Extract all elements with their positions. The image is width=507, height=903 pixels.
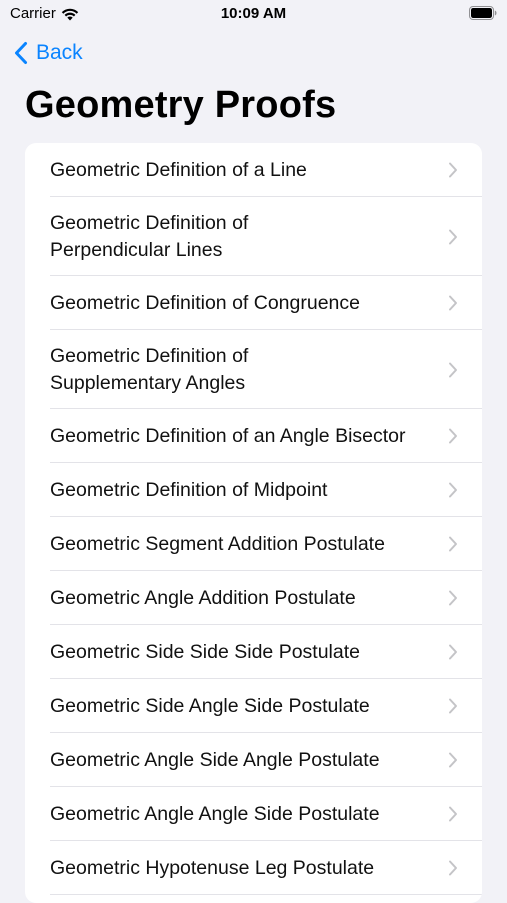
chevron-right-icon bbox=[449, 295, 457, 311]
chevron-right-icon bbox=[449, 428, 457, 444]
chevron-right-icon bbox=[449, 590, 457, 606]
chevron-right-icon bbox=[449, 482, 457, 498]
list-item[interactable]: Geometric Angle Angle Side Postulate bbox=[25, 787, 482, 841]
list-item[interactable]: Geometric Definition of Midpoint bbox=[25, 463, 482, 517]
list-item[interactable]: Geometric Definition of Supplementary An… bbox=[25, 330, 482, 409]
list-item-label: Geometric Definition of Midpoint bbox=[50, 478, 328, 501]
status-bar: Carrier 10:09 AM bbox=[0, 0, 507, 28]
list-item-label: Geometric Definition of an Angle Bisecto… bbox=[50, 424, 406, 447]
page-title: Geometry Proofs bbox=[25, 84, 337, 126]
chevron-right-icon bbox=[449, 229, 457, 244]
list-item-label: Geometric Angle Addition Postulate bbox=[50, 586, 356, 609]
list-item-label: Geometric Angle Side Angle Postulate bbox=[50, 748, 380, 771]
list-item-label: Geometric Angle Angle Side Postulate bbox=[50, 802, 380, 825]
list-item[interactable]: Geometric Side Angle Side Postulate bbox=[25, 679, 482, 733]
list-item-label: Geometric Definition of Perpendicular Li… bbox=[50, 211, 249, 261]
chevron-left-icon bbox=[15, 42, 27, 64]
list-item[interactable]: Geometric Definition of Congruence bbox=[25, 276, 482, 330]
list-item[interactable]: Geometric Side Side Side Postulate bbox=[25, 625, 482, 679]
list-item-label: Geometric Hypotenuse Leg Postulate bbox=[50, 856, 375, 879]
chevron-right-icon bbox=[449, 644, 457, 660]
list-item-label: Geometric Definition of Supplementary An… bbox=[50, 344, 249, 394]
list-item[interactable]: Geometric Definition of an Angle Bisecto… bbox=[25, 409, 482, 463]
list-item-label: Geometric Definition of Congruence bbox=[50, 291, 360, 314]
list-item[interactable]: Geometric Angle Side Angle Postulate bbox=[25, 733, 482, 787]
list-item-label: Geometric Side Angle Side Postulate bbox=[50, 694, 370, 717]
list-item-label: Geometric Side Side Side Postulate bbox=[50, 640, 361, 663]
chevron-right-icon bbox=[449, 362, 457, 377]
chevron-right-icon bbox=[449, 698, 457, 714]
list-item[interactable]: Geometric Segment Addition Postulate bbox=[25, 517, 482, 571]
row-separator bbox=[50, 894, 482, 895]
list-item-label: Geometric Segment Addition Postulate bbox=[50, 532, 385, 555]
list-item[interactable]: Geometric Definition of Perpendicular Li… bbox=[25, 197, 482, 276]
chevron-right-icon bbox=[449, 752, 457, 768]
chevron-right-icon bbox=[449, 806, 457, 822]
status-time: 10:09 AM bbox=[220, 5, 287, 22]
chevron-right-icon bbox=[449, 162, 457, 178]
proofs-list: Geometric Definition of a Line Geometric … bbox=[25, 143, 482, 903]
list-item[interactable]: Geometric Angle Addition Postulate bbox=[25, 571, 482, 625]
chevron-right-icon bbox=[449, 860, 457, 876]
list-item-label: Geometric Definition of a Line bbox=[50, 158, 307, 181]
list-item[interactable]: Geometric Definition of a Line bbox=[25, 143, 482, 197]
battery-icon bbox=[469, 6, 497, 20]
chevron-right-icon bbox=[449, 536, 457, 552]
back-button[interactable]: Back bbox=[14, 38, 83, 68]
list-item[interactable]: Geometric Hypotenuse Leg Postulate bbox=[25, 841, 482, 895]
back-button-label: Back bbox=[36, 41, 83, 64]
